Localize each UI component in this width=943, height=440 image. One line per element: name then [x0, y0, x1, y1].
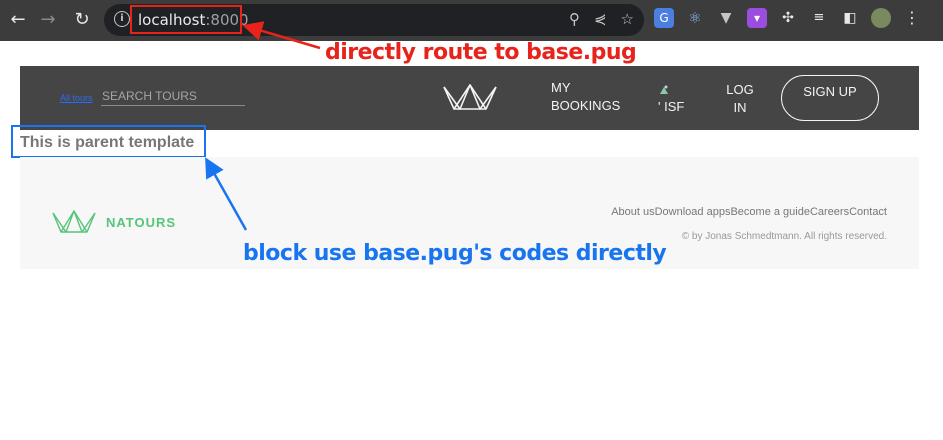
parent-text-highlight-box — [11, 125, 206, 158]
footer-copyright: © by Jonas Schmedtmann. All rights reser… — [681, 231, 887, 242]
signup-button[interactable]: SIGN UP — [781, 75, 879, 121]
forward-icon[interactable]: → — [36, 8, 60, 32]
footer-link-careers[interactable]: Careers — [810, 206, 849, 218]
translate-icon[interactable]: G — [654, 8, 674, 28]
natours-logo-icon[interactable] — [442, 81, 498, 113]
footer-link-contact[interactable]: Contact — [849, 206, 887, 218]
natours-footer-logo-icon — [52, 210, 96, 233]
footer-brand: NATOURS — [106, 215, 177, 230]
user-name[interactable]: ' ISF — [658, 98, 684, 116]
bookmark-star-icon[interactable]: ☆ — [621, 10, 634, 28]
media-icon[interactable]: ≡ — [809, 8, 829, 28]
react-icon[interactable]: ⚛ — [685, 8, 705, 28]
vue-icon[interactable]: ▼ — [716, 8, 736, 28]
search-input[interactable]: SEARCH TOURS — [101, 88, 245, 106]
puzzle-icon[interactable]: ✣ — [778, 8, 798, 28]
back-icon[interactable]: ← — [6, 8, 30, 32]
site-header: All tours SEARCH TOURS MY BOOKINGS ' ISF… — [20, 66, 919, 130]
tab-icon[interactable]: ▾ — [747, 8, 767, 28]
url-highlight-box — [130, 5, 242, 34]
red-annotation-text: directly route to base.pug — [325, 40, 637, 65]
share-icon[interactable]: ⋞ — [594, 10, 607, 28]
footer-link-download[interactable]: Download apps — [655, 206, 731, 218]
zoom-icon[interactable]: ⚲ — [569, 10, 580, 28]
sidebar-icon[interactable]: ◧ — [840, 8, 860, 28]
blue-annotation-text: block use base.pug's codes directly — [243, 241, 667, 266]
login-link[interactable]: LOG IN — [723, 81, 757, 117]
menu-kebab-icon[interactable]: ⋮ — [902, 8, 922, 28]
all-tours-link[interactable]: All tours — [60, 93, 93, 103]
site-info-icon[interactable]: i — [114, 11, 130, 27]
my-bookings-link[interactable]: MY BOOKINGS — [551, 79, 625, 115]
footer-link-about[interactable]: About us — [611, 206, 654, 218]
user-photo-icon[interactable] — [658, 84, 670, 96]
footer-link-guide[interactable]: Become a guide — [730, 206, 810, 218]
footer-nav: About us Download apps Become a guide Ca… — [611, 206, 887, 218]
profile-avatar[interactable] — [871, 8, 891, 28]
reload-icon[interactable]: ↻ — [70, 8, 94, 32]
